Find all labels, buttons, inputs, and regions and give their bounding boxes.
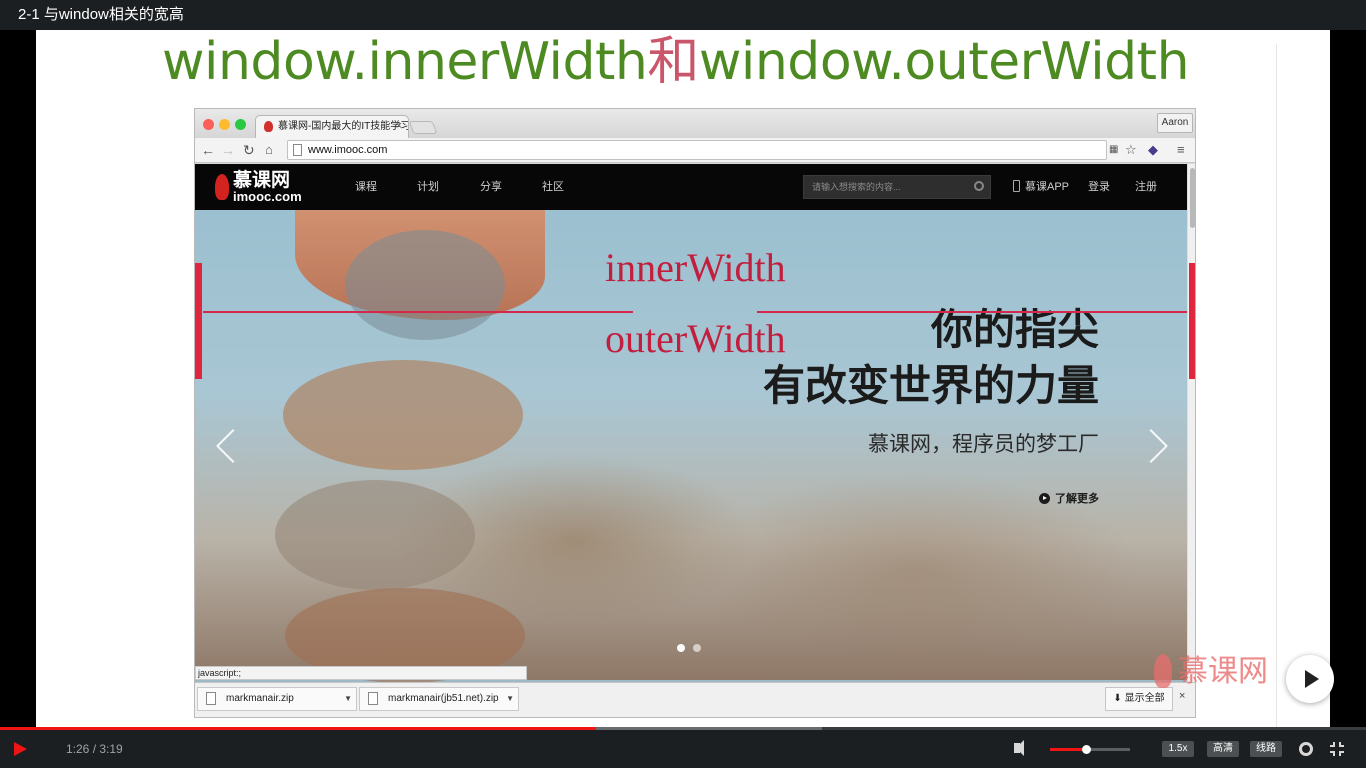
exit-fullscreen-corner xyxy=(1330,751,1335,756)
volume-knob[interactable] xyxy=(1082,745,1091,754)
show-all-label: 显示全部 xyxy=(1124,693,1165,704)
big-play-icon[interactable] xyxy=(1286,655,1334,703)
watermark-flame-icon xyxy=(1154,654,1172,688)
play-circle-icon xyxy=(1039,493,1050,504)
logo-en: imooc.com xyxy=(233,189,302,204)
search-icon[interactable] xyxy=(974,181,984,191)
hero-subtitle: 慕课网，程序员的梦工厂 xyxy=(868,433,1099,456)
tab-title: 慕课网-国内最大的IT技能学习 xyxy=(278,121,409,132)
imooc-favicon-icon xyxy=(264,121,273,132)
nav-plans[interactable]: 计划 xyxy=(417,179,439,195)
hero-stone-image xyxy=(283,360,523,470)
imooc-watermark: 慕课网 xyxy=(1150,650,1270,694)
new-tab-button[interactable] xyxy=(408,121,438,134)
download-filename: markmanair.zip xyxy=(226,693,294,704)
file-icon xyxy=(206,692,216,705)
download-filename: markmanair(jb51.net).zip xyxy=(388,693,499,704)
annotation-inner-width: innerWidth xyxy=(605,245,786,290)
slide-title-and: 和 xyxy=(647,32,699,92)
volume-icon[interactable] xyxy=(1014,740,1024,756)
outer-width-line xyxy=(757,311,1187,313)
slider-dot-active[interactable] xyxy=(677,644,685,652)
file-icon xyxy=(368,692,378,705)
slide-divider xyxy=(1276,44,1277,728)
hero-line2: 有改变世界的力量 xyxy=(762,361,1099,410)
slide: window.innerWidth和window.outerWidth 慕课网-… xyxy=(36,30,1330,728)
dropdown-arrow-icon[interactable]: ▼ xyxy=(506,688,514,710)
settings-gear-icon[interactable] xyxy=(1299,742,1313,756)
dropdown-arrow-icon[interactable]: ▼ xyxy=(344,688,352,710)
logo-flame-icon xyxy=(215,174,229,200)
play-icon[interactable] xyxy=(14,742,27,756)
extension-icon[interactable]: ◆ xyxy=(1148,142,1158,158)
player-controls: 1:26 / 3:19 1.5x 高清 线路 xyxy=(0,730,1366,768)
exit-fullscreen-corner xyxy=(1339,751,1344,756)
nav-login[interactable]: 登录 xyxy=(1088,179,1110,195)
zoom-window-icon[interactable] xyxy=(235,119,246,130)
profile-button[interactable]: Aaron xyxy=(1157,113,1193,133)
hero-headline: 你的指尖 有改变世界的力量 xyxy=(763,302,1099,414)
status-bubble: javascript:; xyxy=(195,666,527,680)
outer-width-line xyxy=(203,311,633,313)
annotation-outer-width: outerWidth xyxy=(605,316,786,361)
reload-icon[interactable]: ↻ xyxy=(243,141,255,159)
volume-slider[interactable] xyxy=(1050,745,1130,754)
nav-courses[interactable]: 课程 xyxy=(355,179,377,195)
playback-time: 1:26 / 3:19 xyxy=(66,742,123,756)
qr-icon[interactable]: ▦ xyxy=(1109,142,1118,158)
slider-dot[interactable] xyxy=(693,644,701,652)
nav-app[interactable]: 慕课APP xyxy=(1025,179,1069,195)
browser-toolbar: ← → ↻ ⌂ www.imooc.com ▦ ☆ ◆ ≡ xyxy=(195,138,1195,163)
browser-tab[interactable]: 慕课网-国内最大的IT技能学习 × xyxy=(255,115,409,138)
quality-button[interactable]: 高清 xyxy=(1207,741,1239,757)
browser-tabstrip: 慕课网-国内最大的IT技能学习 × Aaron xyxy=(195,109,1195,138)
imooc-logo[interactable]: 慕课网 imooc.com xyxy=(213,170,313,204)
hero-stone-image xyxy=(345,230,505,340)
forward-icon[interactable]: → xyxy=(221,141,235,159)
slide-title-outer: window.outerWidth xyxy=(698,32,1190,92)
menu-icon[interactable]: ≡ xyxy=(1177,142,1185,158)
site-header: 慕课网 imooc.com 课程 计划 分享 社区 请输入想搜索的内容... 慕… xyxy=(195,164,1187,210)
scrollbar-thumb[interactable] xyxy=(1190,168,1195,228)
hero-more-link[interactable]: 了解更多 xyxy=(1039,490,1099,506)
site-search-input[interactable]: 请输入想搜索的内容... xyxy=(803,175,991,199)
exit-fullscreen-corner xyxy=(1339,742,1344,747)
video-title: 2-1 与window相关的宽高 xyxy=(0,0,1366,30)
browser-window: 慕课网-国内最大的IT技能学习 × Aaron ← → ↻ ⌂ www.imoo… xyxy=(194,108,1196,718)
tab-close-icon[interactable]: × xyxy=(396,116,402,137)
right-boundary-marker xyxy=(1189,263,1195,379)
bookmark-star-icon[interactable]: ☆ xyxy=(1125,142,1137,158)
close-window-icon[interactable] xyxy=(203,119,214,130)
nav-community[interactable]: 社区 xyxy=(542,179,564,195)
back-icon[interactable]: ← xyxy=(201,141,215,159)
left-boundary-marker xyxy=(195,263,202,379)
route-button[interactable]: 线路 xyxy=(1250,741,1282,757)
download-shelf: markmanair.zip ▼ markmanair(jb51.net).zi… xyxy=(195,682,1195,717)
site-search-placeholder: 请输入想搜索的内容... xyxy=(812,182,901,192)
watermark-text: 慕课网 xyxy=(1178,655,1268,688)
slide-title: window.innerWidth和window.outerWidth xyxy=(162,32,1190,92)
download-arrow-icon: ⬇ xyxy=(1113,693,1122,704)
nav-register[interactable]: 注册 xyxy=(1135,179,1157,195)
slider-next-arrow[interactable] xyxy=(1134,429,1168,463)
page-icon xyxy=(293,144,302,156)
minimize-window-icon[interactable] xyxy=(219,119,230,130)
phone-icon xyxy=(1013,180,1020,192)
home-icon[interactable]: ⌂ xyxy=(265,141,273,159)
page-scrollbar[interactable] xyxy=(1187,164,1195,683)
exit-fullscreen-icon[interactable] xyxy=(1330,742,1344,756)
exit-fullscreen-corner xyxy=(1330,742,1335,747)
download-item[interactable]: markmanair.zip ▼ xyxy=(197,687,357,711)
speed-button[interactable]: 1.5x xyxy=(1162,741,1194,757)
nav-share[interactable]: 分享 xyxy=(480,179,502,195)
slide-title-inner: window.innerWidth xyxy=(162,32,648,92)
hero-more-label: 了解更多 xyxy=(1055,493,1099,505)
url-text: www.imooc.com xyxy=(308,144,388,156)
volume-fill xyxy=(1050,748,1086,751)
download-item[interactable]: markmanair(jb51.net).zip ▼ xyxy=(359,687,519,711)
slider-prev-arrow[interactable] xyxy=(216,429,250,463)
address-bar[interactable]: www.imooc.com xyxy=(287,140,1107,160)
hero-stone-image xyxy=(275,480,475,590)
